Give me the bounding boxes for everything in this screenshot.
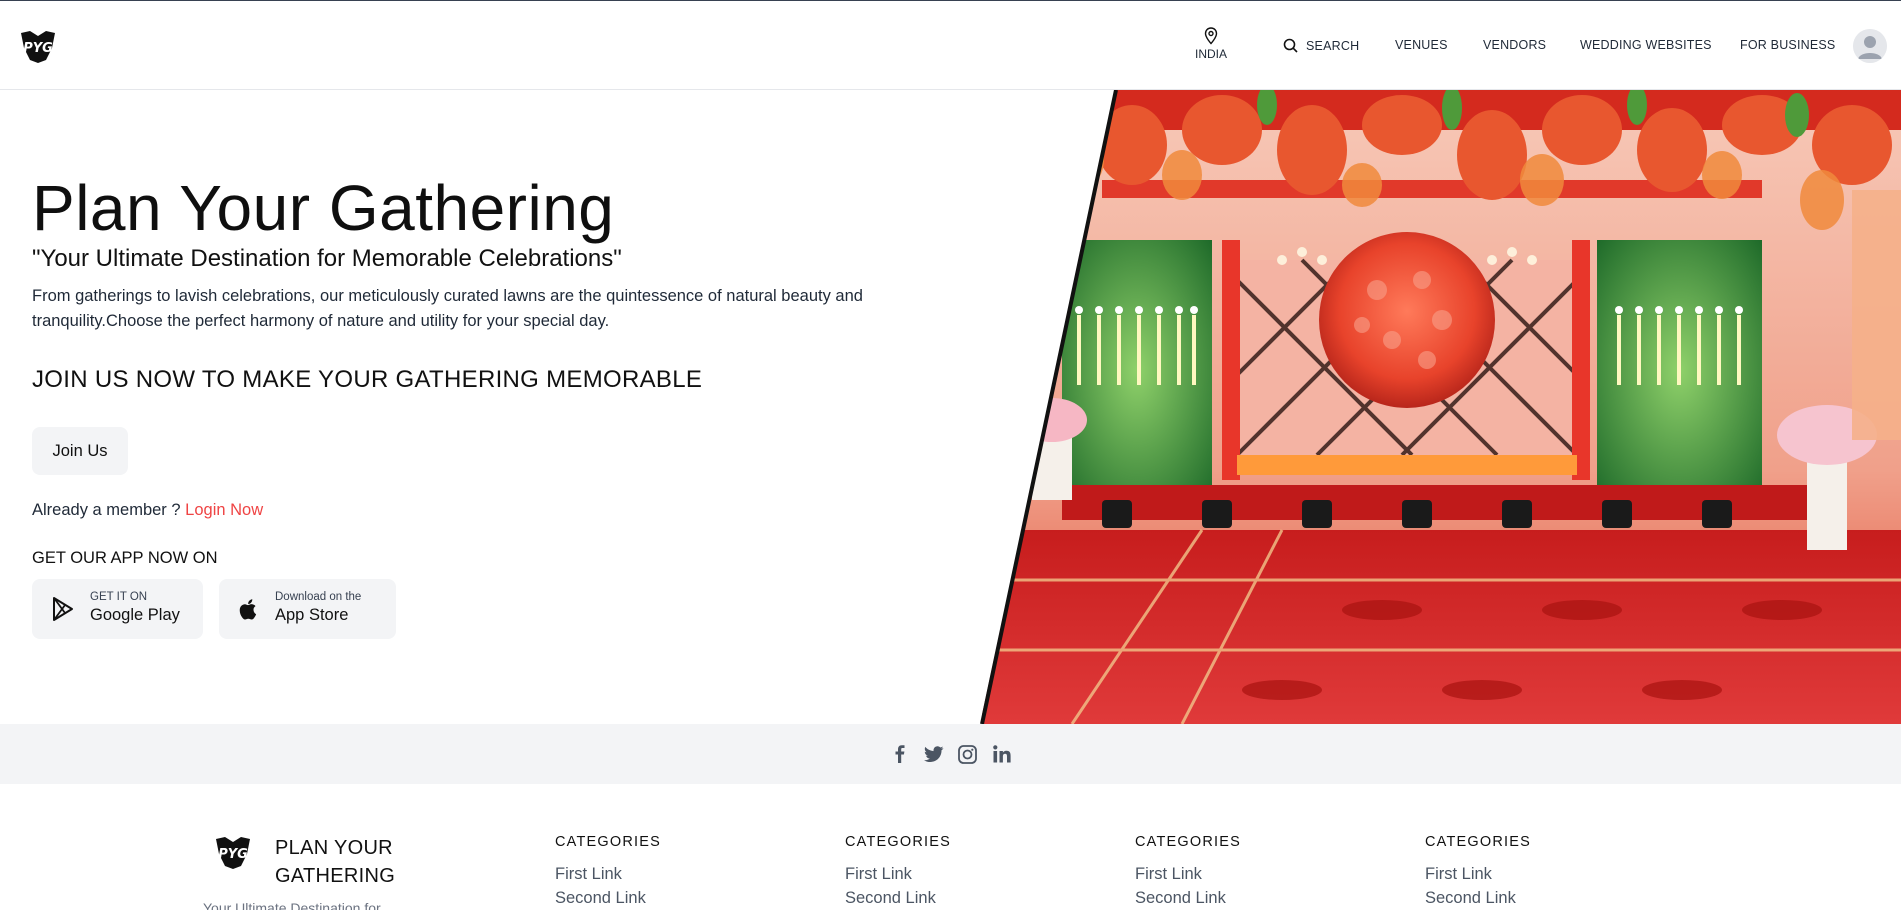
footer-link[interactable]: Second Link xyxy=(555,886,661,910)
footer-column-2: CATEGORIES First Link Second Link xyxy=(845,834,951,910)
join-cta-heading: JOIN US NOW TO MAKE YOUR GATHERING MEMOR… xyxy=(32,366,703,393)
facebook-icon[interactable] xyxy=(890,744,910,764)
app-store-big: App Store xyxy=(275,606,349,625)
app-store-text: Download on the App Store xyxy=(275,591,361,626)
map-pin-icon xyxy=(1204,27,1218,45)
location-label: INDIA xyxy=(1194,47,1227,61)
footer-brand-line1: PLAN YOUR xyxy=(275,837,393,859)
location-selector[interactable]: INDIA xyxy=(1193,27,1229,61)
hero-description: From gatherings to lavish celebrations, … xyxy=(32,287,863,330)
nav-venues[interactable]: VENUES xyxy=(1395,38,1448,52)
google-play-text: GET IT ON Google Play xyxy=(90,591,180,626)
footer-link[interactable]: First Link xyxy=(1425,862,1531,886)
app-download-heading: GET OUR APP NOW ON xyxy=(32,549,218,567)
user-avatar[interactable] xyxy=(1853,29,1887,63)
apple-icon xyxy=(239,599,257,620)
footer-column-heading: CATEGORIES xyxy=(1135,834,1241,850)
svg-text:PYG: PYG xyxy=(23,41,53,56)
instagram-icon[interactable] xyxy=(958,744,978,764)
footer-link[interactable]: First Link xyxy=(555,862,661,886)
footer-column-3: CATEGORIES First Link Second Link xyxy=(1135,834,1241,910)
social-links-bar xyxy=(0,724,1901,784)
nav-search[interactable]: SEARCH xyxy=(1283,38,1359,53)
footer-brand-name: PLAN YOUR GATHERING xyxy=(275,834,395,890)
footer-column-heading: CATEGORIES xyxy=(1425,834,1531,850)
user-avatar-icon xyxy=(1853,29,1887,63)
google-play-small: GET IT ON xyxy=(90,591,148,604)
footer-link[interactable]: Second Link xyxy=(845,886,951,910)
join-us-button[interactable]: Join Us xyxy=(32,427,128,475)
svg-text:PYG: PYG xyxy=(218,847,248,862)
footer-column-4: CATEGORIES First Link Second Link xyxy=(1425,834,1531,910)
site-footer: PYG PLAN YOUR GATHERING Your Ultimate De… xyxy=(0,784,1901,910)
hero-title: Plan Your Gathering xyxy=(32,172,615,244)
footer-column-heading: CATEGORIES xyxy=(555,834,661,850)
hero-content: Plan Your Gathering "Your Ultimate Desti… xyxy=(32,90,992,724)
pyg-logo-icon[interactable]: PYG xyxy=(18,28,58,64)
hero-diagonal-divider xyxy=(980,90,1118,724)
nav-search-label: SEARCH xyxy=(1306,38,1360,53)
top-navbar: PYG INDIA SEARCH VENUES VENDORS WEDDING … xyxy=(0,1,1901,90)
nav-vendors-label: VENDORS xyxy=(1483,38,1547,52)
google-play-big: Google Play xyxy=(90,606,180,625)
footer-link[interactable]: First Link xyxy=(1135,862,1241,886)
footer-link[interactable]: First Link xyxy=(845,862,951,886)
pyg-logo-icon[interactable]: PYG xyxy=(213,834,253,870)
nav-for-business[interactable]: FOR BUSINESS xyxy=(1740,38,1835,52)
twitter-icon[interactable] xyxy=(923,744,944,764)
footer-tagline: Your Ultimate Destination for xyxy=(203,900,381,910)
google-play-icon xyxy=(53,597,73,621)
hero-subtitle: "Your Ultimate Destination for Memorable… xyxy=(32,245,622,272)
nav-for-business-label: FOR BUSINESS xyxy=(1740,38,1836,52)
footer-brand-line2: GATHERING xyxy=(275,865,396,887)
footer-column-heading: CATEGORIES xyxy=(845,834,951,850)
footer-link[interactable]: Second Link xyxy=(1425,886,1531,910)
nav-vendors[interactable]: VENDORS xyxy=(1483,38,1546,52)
nav-venues-label: VENUES xyxy=(1395,38,1448,52)
linkedin-icon[interactable] xyxy=(992,744,1012,764)
member-text: Already a member ? xyxy=(32,501,181,519)
login-now-link[interactable]: Login Now xyxy=(185,501,263,519)
app-store-small: Download on the xyxy=(275,591,362,604)
nav-wedding-websites-label: WEDDING WEBSITES xyxy=(1580,38,1712,52)
footer-column-1: CATEGORIES First Link Second Link xyxy=(555,834,661,910)
footer-link[interactable]: Second Link xyxy=(1135,886,1241,910)
google-play-button[interactable]: GET IT ON Google Play xyxy=(32,579,203,639)
search-icon xyxy=(1283,38,1298,53)
nav-wedding-websites[interactable]: WEDDING WEBSITES xyxy=(1580,38,1712,52)
app-store-button[interactable]: Download on the App Store xyxy=(219,579,396,639)
member-prompt: Already a member ? Login Now xyxy=(32,501,263,520)
